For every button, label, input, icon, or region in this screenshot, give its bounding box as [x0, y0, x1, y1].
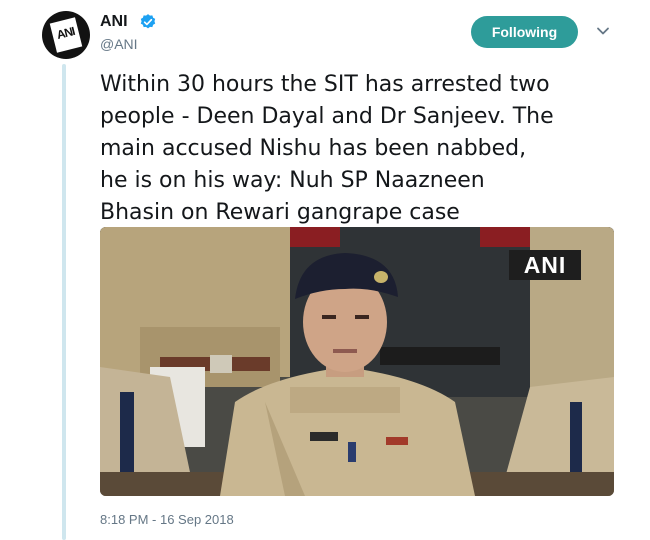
photo-watermark: ANI: [509, 250, 581, 280]
avatar[interactable]: ANI: [42, 11, 90, 59]
tweet-text: Within 30 hours the SIT has arrested two…: [100, 72, 554, 225]
avatar-logo-text: ANI: [55, 24, 76, 42]
ani-logo: ANI: [49, 17, 83, 53]
thread-line: [62, 64, 66, 540]
tweet-timestamp[interactable]: 8:18 PM - 16 Sep 2018: [100, 512, 234, 527]
handle[interactable]: @ANI: [100, 36, 138, 52]
display-name[interactable]: ANI: [100, 13, 128, 31]
chevron-down-icon[interactable]: [596, 26, 610, 36]
verified-icon: [140, 14, 156, 29]
following-button[interactable]: Following: [471, 16, 578, 48]
